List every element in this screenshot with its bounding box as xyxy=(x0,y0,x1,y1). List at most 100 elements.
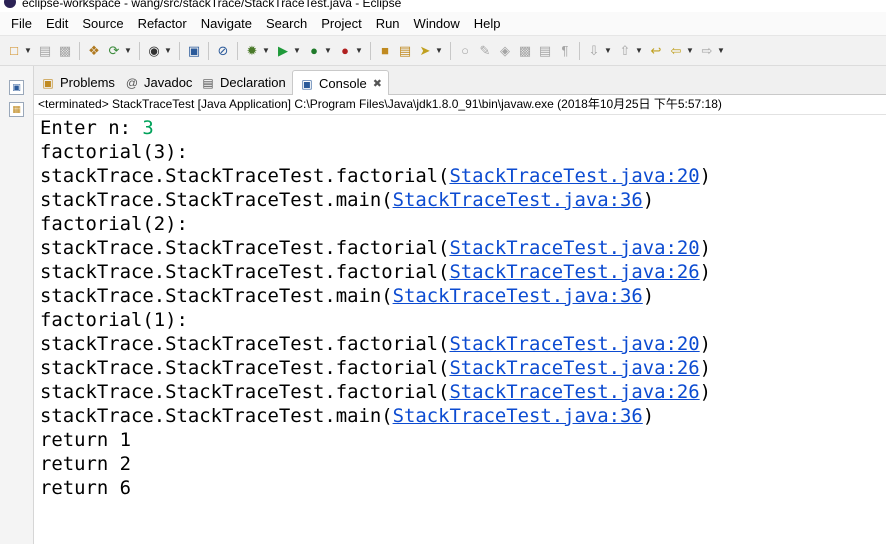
main-toolbar: □ ▼ ▤ ▩ ❖ ⟳ ▼ ◉ ▼ ▣ ⊘ ✹ ▼ ▶ ▼ ● ▼ ● ▼ ■ … xyxy=(0,36,886,66)
stack-trace-link[interactable]: StackTraceTest.java:20 xyxy=(449,333,699,355)
forward-icon[interactable]: ⇨ xyxy=(699,43,715,59)
menu-source[interactable]: Source xyxy=(75,13,130,35)
console-output: Enter n: 3 factorial(3): stackTrace.Stac… xyxy=(34,115,886,544)
person-icon[interactable]: ◉ xyxy=(146,43,162,59)
stack-trace-link[interactable]: StackTraceTest.java:26 xyxy=(449,357,699,379)
new-icon[interactable]: □ xyxy=(6,43,22,59)
console-line: factorial(2): xyxy=(40,213,188,235)
minimized-view-stack: ▣ ▦ xyxy=(0,66,34,544)
console-line: stackTrace.StackTraceTest.factorial(Stac… xyxy=(40,333,712,355)
close-icon[interactable]: ✖ xyxy=(373,77,382,90)
console-line: return 1 xyxy=(40,429,131,451)
tab-console[interactable]: ▣ Console ✖ xyxy=(292,70,389,96)
stack-trace-link[interactable]: StackTraceTest.java:36 xyxy=(393,285,643,307)
menu-bar: File Edit Source Refactor Navigate Searc… xyxy=(0,12,886,36)
search-tool-icon[interactable]: ➤ xyxy=(417,43,433,59)
console-line: stackTrace.StackTraceTest.factorial(Stac… xyxy=(40,165,712,187)
save-all-icon[interactable]: ▩ xyxy=(57,43,73,59)
menu-file[interactable]: File xyxy=(4,13,39,35)
new-dropdown-icon[interactable]: ▼ xyxy=(24,43,32,59)
console-line: Enter n: 3 xyxy=(40,117,154,139)
menu-run[interactable]: Run xyxy=(369,13,407,35)
block-selection-icon[interactable]: ▩ xyxy=(517,43,533,59)
menu-window[interactable]: Window xyxy=(407,13,467,35)
console-line: stackTrace.StackTraceTest.factorial(Stac… xyxy=(40,357,712,379)
skip-breakpoints-icon[interactable]: ⊘ xyxy=(215,43,231,59)
menu-project[interactable]: Project xyxy=(314,13,368,35)
search-tool-dropdown-icon[interactable]: ▼ xyxy=(435,43,443,59)
next-annotation-dropdown-icon[interactable]: ▼ xyxy=(604,43,612,59)
user-input: 3 xyxy=(142,117,154,139)
previous-annotation-dropdown-icon[interactable]: ▼ xyxy=(635,43,643,59)
word-wrap-icon[interactable]: ▤ xyxy=(537,43,553,59)
console-line: stackTrace.StackTraceTest.factorial(Stac… xyxy=(40,381,712,403)
console-line: stackTrace.StackTraceTest.factorial(Stac… xyxy=(40,237,712,259)
external-tools-dropdown-icon[interactable]: ▼ xyxy=(355,43,363,59)
tab-label: Console xyxy=(319,76,367,91)
console-line: factorial(1): xyxy=(40,309,188,331)
console-line: stackTrace.StackTraceTest.factorial(Stac… xyxy=(40,261,712,283)
forward-dropdown-icon[interactable]: ▼ xyxy=(717,43,725,59)
open-type-icon[interactable]: ■ xyxy=(377,43,393,59)
window-title: eclipse-workspace - wang/src/stackTrace/… xyxy=(22,0,402,10)
console-line: factorial(3): xyxy=(40,141,188,163)
stack-trace-link[interactable]: StackTraceTest.java:36 xyxy=(393,189,643,211)
menu-help[interactable]: Help xyxy=(467,13,508,35)
eclipse-logo-icon xyxy=(4,0,16,8)
next-annotation-icon[interactable]: ⇩ xyxy=(586,43,602,59)
toolbar-separator xyxy=(79,41,80,60)
restore-icon[interactable]: ▣ xyxy=(9,80,24,95)
package-explorer-icon[interactable]: ▦ xyxy=(9,102,24,117)
refresh-dropdown-icon[interactable]: ▼ xyxy=(124,43,132,59)
menu-search[interactable]: Search xyxy=(259,13,314,35)
console-line: stackTrace.StackTraceTest.main(StackTrac… xyxy=(40,405,655,427)
javadoc-icon: @ xyxy=(125,75,139,90)
stack-trace-link[interactable]: StackTraceTest.java:20 xyxy=(449,165,699,187)
title-bar: eclipse-workspace - wang/src/stackTrace/… xyxy=(0,0,886,12)
tab-declaration[interactable]: ▤ Declaration xyxy=(200,70,286,95)
save-icon[interactable]: ▤ xyxy=(37,43,53,59)
toolbar-separator xyxy=(579,41,580,60)
stack-trace-link[interactable]: StackTraceTest.java:36 xyxy=(393,405,643,427)
open-task-icon[interactable]: ▤ xyxy=(397,43,413,59)
mark-occurrences-icon[interactable]: ◈ xyxy=(497,43,513,59)
tab-problems[interactable]: ▣ Problems xyxy=(40,70,115,95)
view-tab-bar: ▣ Problems @ Javadoc ▤ Declaration ▣ Con… xyxy=(34,66,886,96)
tab-label: Declaration xyxy=(220,75,286,90)
external-tools-icon[interactable]: ● xyxy=(337,43,353,59)
coverage-icon[interactable]: ● xyxy=(306,43,322,59)
toolbar-separator xyxy=(179,41,180,60)
last-edit-icon[interactable]: ↩ xyxy=(648,43,664,59)
build-icon[interactable]: ❖ xyxy=(86,43,102,59)
toolbar-separator xyxy=(450,41,451,60)
annotation-icon[interactable]: ○ xyxy=(457,43,473,59)
menu-refactor[interactable]: Refactor xyxy=(131,13,194,35)
run-icon[interactable]: ▶ xyxy=(275,43,291,59)
tab-label: Javadoc xyxy=(144,75,193,90)
run-dropdown-icon[interactable]: ▼ xyxy=(293,43,301,59)
refresh-icon[interactable]: ⟳ xyxy=(106,43,122,59)
pen-icon[interactable]: ✎ xyxy=(477,43,493,59)
toolbar-separator xyxy=(370,41,371,60)
debug-icon[interactable]: ✹ xyxy=(244,43,260,59)
menu-edit[interactable]: Edit xyxy=(39,13,75,35)
previous-annotation-icon[interactable]: ⇧ xyxy=(617,43,633,59)
coverage-dropdown-icon[interactable]: ▼ xyxy=(324,43,332,59)
stack-trace-link[interactable]: StackTraceTest.java:20 xyxy=(449,237,699,259)
tab-javadoc[interactable]: @ Javadoc xyxy=(124,70,193,95)
show-whitespace-icon[interactable]: ¶ xyxy=(557,43,573,59)
console-line: stackTrace.StackTraceTest.main(StackTrac… xyxy=(40,285,655,307)
stack-trace-link[interactable]: StackTraceTest.java:26 xyxy=(449,381,699,403)
debug-dropdown-icon[interactable]: ▼ xyxy=(262,43,270,59)
toolbar-separator xyxy=(208,41,209,60)
stack-trace-link[interactable]: StackTraceTest.java:26 xyxy=(449,261,699,283)
tab-label: Problems xyxy=(60,75,115,90)
console-line: stackTrace.StackTraceTest.main(StackTrac… xyxy=(40,189,655,211)
person-dropdown-icon[interactable]: ▼ xyxy=(164,43,172,59)
terminal-icon[interactable]: ▣ xyxy=(186,43,202,59)
problems-icon: ▣ xyxy=(42,75,54,90)
menu-navigate[interactable]: Navigate xyxy=(194,13,259,35)
declaration-icon: ▤ xyxy=(202,75,214,90)
back-icon[interactable]: ⇦ xyxy=(668,43,684,59)
back-dropdown-icon[interactable]: ▼ xyxy=(686,43,694,59)
